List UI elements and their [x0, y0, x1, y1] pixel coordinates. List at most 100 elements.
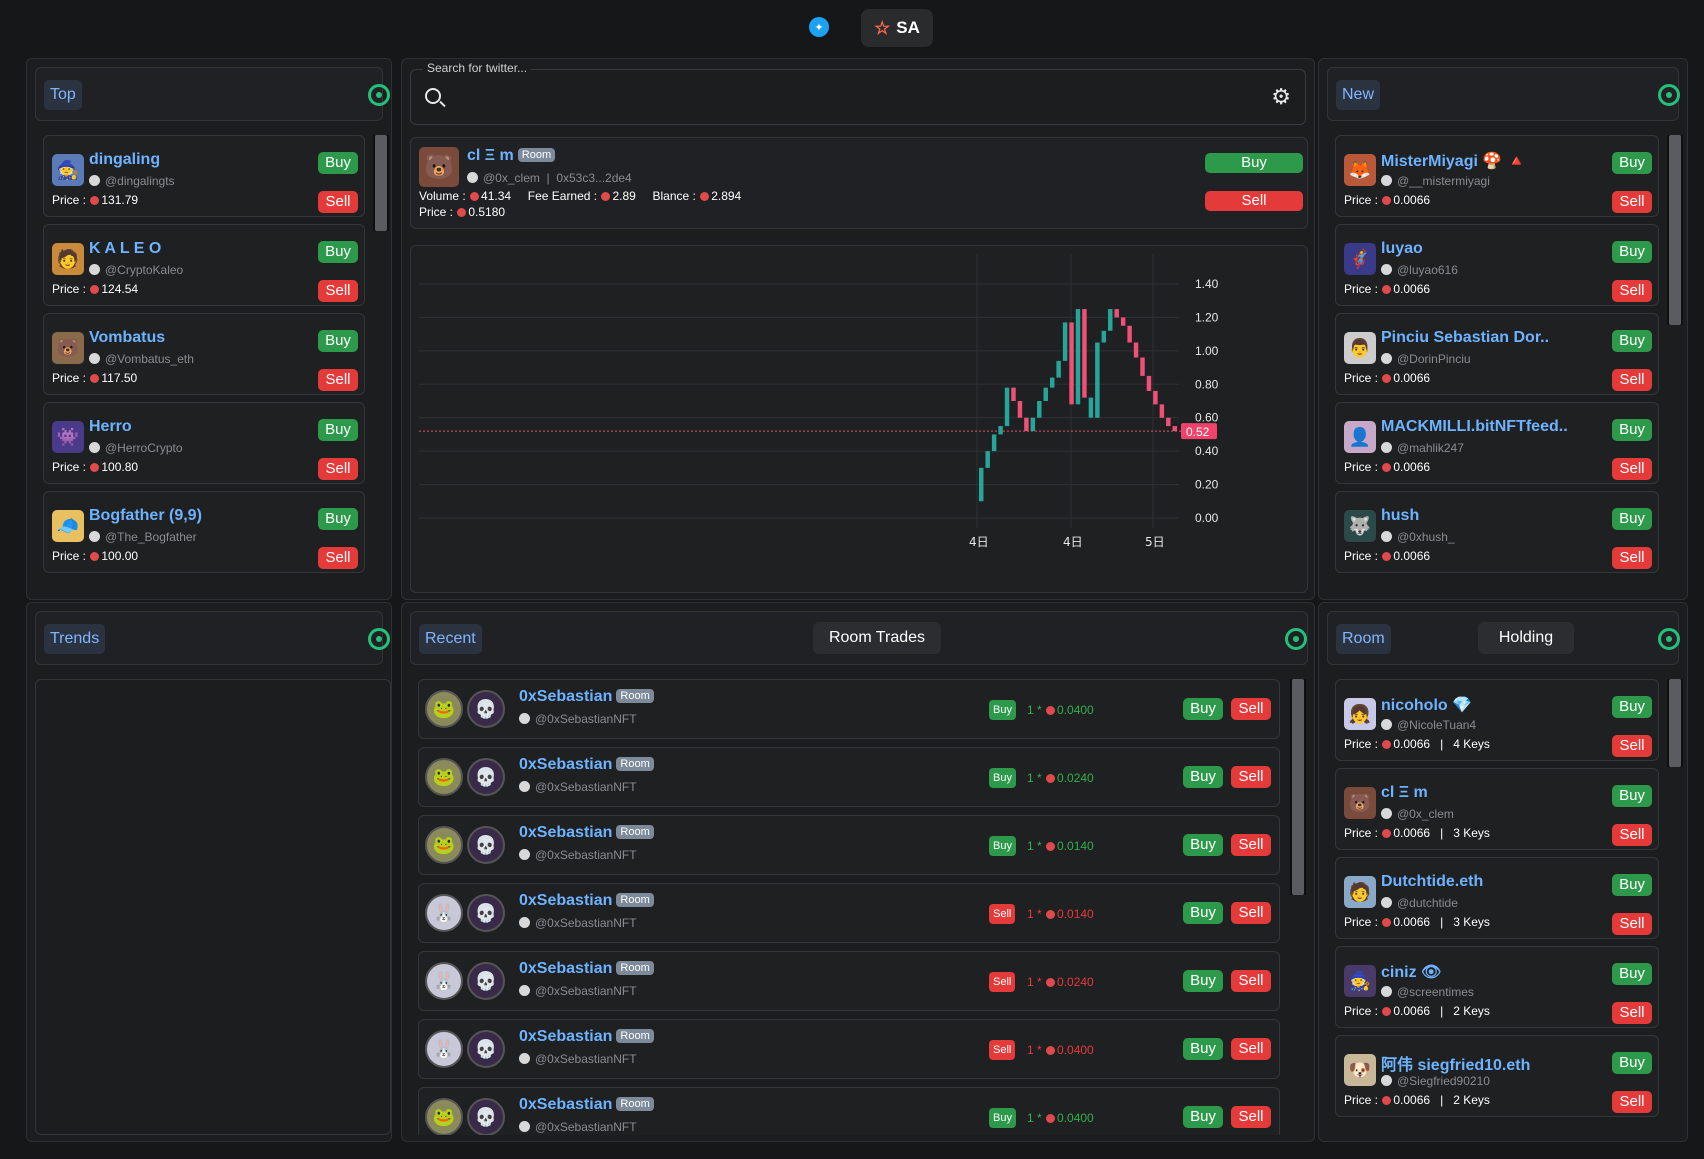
- user-card[interactable]: 👾 Herro @HerroCrypto Price : 100.80 Buy …: [43, 402, 365, 484]
- sa-button[interactable]: ☆ SA: [861, 9, 933, 47]
- buy-button[interactable]: Buy: [1612, 508, 1652, 530]
- user-card[interactable]: 👨 Pinciu Sebastian Dor.. @DorinPinciu Pr…: [1335, 313, 1659, 395]
- trader-name[interactable]: 0xSebastian Room: [519, 960, 654, 978]
- tab-new[interactable]: New: [1336, 80, 1381, 110]
- sell-button[interactable]: Sell: [1231, 1106, 1271, 1128]
- user-name[interactable]: dingaling: [89, 151, 160, 169]
- trader-name[interactable]: 0xSebastian Room: [519, 824, 654, 842]
- sell-button[interactable]: Sell: [318, 280, 358, 302]
- user-name[interactable]: MisterMiyagi 🍄 🔺: [1381, 151, 1527, 171]
- trader-name[interactable]: 0xSebastian Room: [519, 756, 654, 774]
- trade-row[interactable]: 🐰 💀 0xSebastian Room @0xSebastianNFT Sell…: [418, 1019, 1280, 1079]
- user-card[interactable]: 🧑 Dutchtide.eth @dutchtide Price : 0.006…: [1335, 857, 1659, 939]
- sell-button[interactable]: Sell: [1231, 970, 1271, 992]
- buy-button[interactable]: Buy: [1612, 241, 1652, 263]
- scrollbar[interactable]: [373, 135, 389, 231]
- trader-name[interactable]: 0xSebastian Room: [519, 892, 654, 910]
- buy-button[interactable]: Buy: [1183, 902, 1223, 924]
- sell-button[interactable]: Sell: [1612, 280, 1652, 302]
- refresh-icon[interactable]: [1285, 628, 1307, 650]
- user-card[interactable]: 🧙 dingaling @dingalingts Price : 131.79 …: [43, 135, 365, 217]
- scrollbar[interactable]: [1290, 679, 1306, 895]
- trade-row[interactable]: 🐸 💀 0xSebastian Room @0xSebastianNFT Buy …: [418, 747, 1280, 807]
- sell-button[interactable]: Sell: [1231, 698, 1271, 720]
- refresh-icon[interactable]: [368, 628, 390, 650]
- user-card[interactable]: 🧙 ciniz 👁 @screentimes Price : 0.0066 | …: [1335, 946, 1659, 1028]
- holding-button[interactable]: Holding: [1478, 622, 1574, 654]
- user-card[interactable]: 🐻 cl Ξ m @0x_clem Price : 0.0066 | 3 Key…: [1335, 768, 1659, 850]
- user-name[interactable]: Bogfather (9,9): [89, 507, 202, 525]
- buy-button[interactable]: Buy: [1612, 152, 1652, 174]
- buy-button[interactable]: Buy: [318, 508, 358, 530]
- user-card[interactable]: 👤 MACKMILLI.bitNFTfeed.. @mahlik247 Pric…: [1335, 402, 1659, 484]
- buy-button[interactable]: Buy: [1183, 766, 1223, 788]
- buy-button[interactable]: Buy: [1183, 1106, 1223, 1128]
- buy-button[interactable]: Buy: [1183, 834, 1223, 856]
- sell-button[interactable]: Sell: [1612, 369, 1652, 391]
- refresh-icon[interactable]: [1658, 628, 1680, 650]
- profile-name[interactable]: cl Ξ m Room: [467, 147, 556, 165]
- scrollbar[interactable]: [1667, 135, 1683, 325]
- room-trades-button[interactable]: Room Trades: [813, 622, 941, 654]
- user-name[interactable]: Vombatus: [89, 329, 165, 347]
- sell-button[interactable]: Sell: [318, 547, 358, 569]
- trader-name[interactable]: 0xSebastian Room: [519, 688, 654, 706]
- sell-button[interactable]: Sell: [1231, 766, 1271, 788]
- buy-button[interactable]: Buy: [1183, 970, 1223, 992]
- user-name[interactable]: 阿伟 siegfried10.eth: [1381, 1051, 1530, 1075]
- profile-sell-button[interactable]: Sell: [1205, 191, 1303, 211]
- trader-name[interactable]: 0xSebastian Room: [519, 1028, 654, 1046]
- buy-button[interactable]: Buy: [1183, 1038, 1223, 1060]
- buy-button[interactable]: Buy: [318, 330, 358, 352]
- sell-button[interactable]: Sell: [318, 458, 358, 480]
- trade-row[interactable]: 🐸 💀 0xSebastian Room @0xSebastianNFT Buy …: [418, 679, 1280, 739]
- user-name[interactable]: cl Ξ m: [1381, 784, 1428, 802]
- sell-button[interactable]: Sell: [1612, 913, 1652, 935]
- sell-button[interactable]: Sell: [1612, 547, 1652, 569]
- user-name[interactable]: MACKMILLI.bitNFTfeed..: [1381, 418, 1568, 436]
- buy-button[interactable]: Buy: [1612, 696, 1652, 718]
- buy-button[interactable]: Buy: [318, 152, 358, 174]
- user-name[interactable]: Dutchtide.eth: [1381, 873, 1483, 891]
- user-name[interactable]: Herro: [89, 418, 132, 436]
- user-name[interactable]: nicoholo 💎: [1381, 695, 1472, 715]
- buy-button[interactable]: Buy: [1612, 419, 1652, 441]
- search-box[interactable]: Search for twitter... ⚙: [410, 61, 1306, 125]
- sell-button[interactable]: Sell: [318, 369, 358, 391]
- user-name[interactable]: Pinciu Sebastian Dor..: [1381, 329, 1549, 347]
- trade-row[interactable]: 🐸 💀 0xSebastian Room @0xSebastianNFT Buy …: [418, 815, 1280, 875]
- user-card[interactable]: 🐺 hush @0xhush_ Price : 0.0066 Buy Sell: [1335, 491, 1659, 573]
- sell-button[interactable]: Sell: [1231, 902, 1271, 924]
- sell-button[interactable]: Sell: [1612, 824, 1652, 846]
- buy-button[interactable]: Buy: [318, 419, 358, 441]
- refresh-icon[interactable]: [368, 84, 390, 106]
- buy-button[interactable]: Buy: [1612, 1052, 1652, 1074]
- user-card[interactable]: 🧑 K A L E O @CryptoKaleo Price : 124.54 …: [43, 224, 365, 306]
- trader-name[interactable]: 0xSebastian Room: [519, 1096, 654, 1114]
- gear-icon[interactable]: ⚙: [1271, 84, 1291, 110]
- buy-button[interactable]: Buy: [1612, 330, 1652, 352]
- profile-buy-button[interactable]: Buy: [1205, 153, 1303, 173]
- sell-button[interactable]: Sell: [1612, 458, 1652, 480]
- user-card[interactable]: 🦸 luyao @luyao616 Price : 0.0066 Buy Sel…: [1335, 224, 1659, 306]
- tab-trends[interactable]: Trends: [44, 624, 106, 654]
- trade-row[interactable]: 🐰 💀 0xSebastian Room @0xSebastianNFT Sell…: [418, 951, 1280, 1011]
- user-card[interactable]: 🦊 MisterMiyagi 🍄 🔺 @__mistermiyagi Price…: [1335, 135, 1659, 217]
- sell-button[interactable]: Sell: [1612, 1002, 1652, 1024]
- twitter-bird-icon[interactable]: ✦: [809, 17, 829, 37]
- tab-recent[interactable]: Recent: [419, 624, 482, 654]
- user-name[interactable]: ciniz 👁: [1381, 962, 1441, 982]
- scrollbar[interactable]: [1667, 679, 1683, 767]
- user-name[interactable]: K A L E O: [89, 240, 161, 258]
- sell-button[interactable]: Sell: [1231, 1038, 1271, 1060]
- sell-button[interactable]: Sell: [1231, 834, 1271, 856]
- trade-row[interactable]: 🐰 💀 0xSebastian Room @0xSebastianNFT Sell…: [418, 883, 1280, 943]
- sell-button[interactable]: Sell: [1612, 191, 1652, 213]
- refresh-icon[interactable]: [1658, 84, 1680, 106]
- tab-room[interactable]: Room: [1336, 624, 1391, 654]
- user-name[interactable]: luyao: [1381, 240, 1423, 258]
- user-card[interactable]: 🐶 阿伟 siegfried10.eth @Siegfried90210 Pri…: [1335, 1035, 1659, 1117]
- sell-button[interactable]: Sell: [318, 191, 358, 213]
- user-card[interactable]: 🧢 Bogfather (9,9) @The_Bogfather Price :…: [43, 491, 365, 573]
- buy-button[interactable]: Buy: [1612, 874, 1652, 896]
